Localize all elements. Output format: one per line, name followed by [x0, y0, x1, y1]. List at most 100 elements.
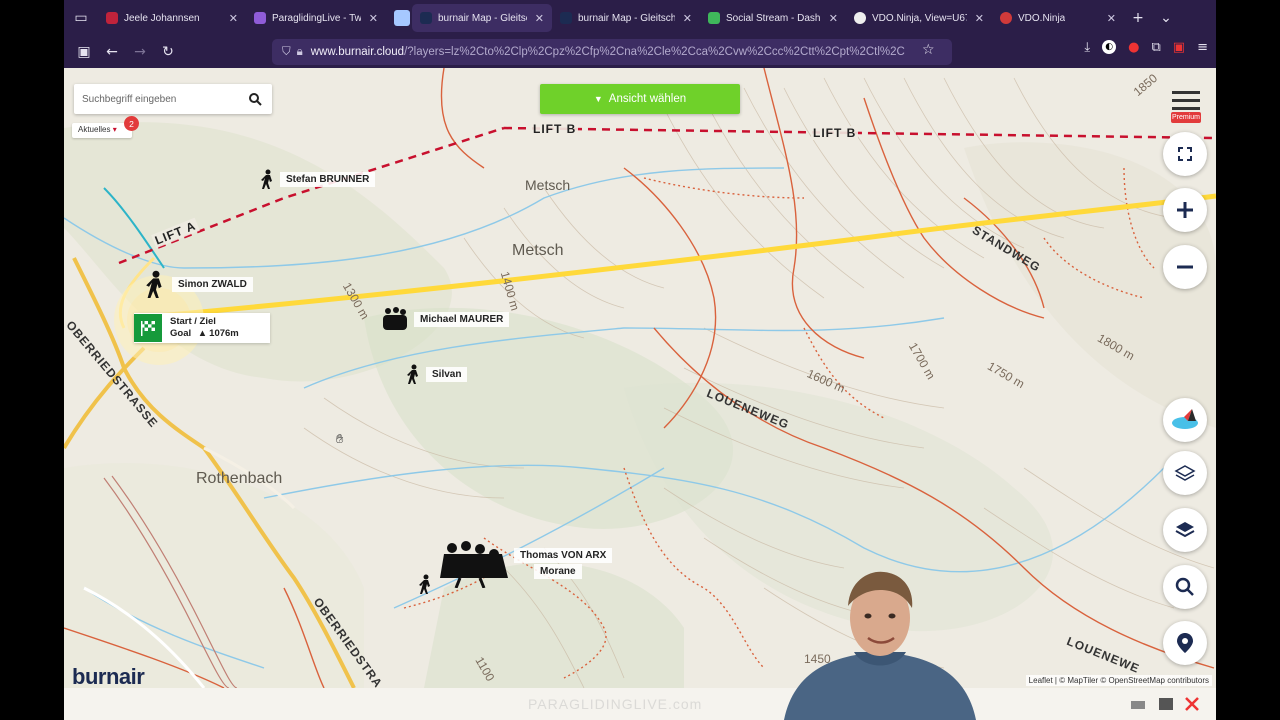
pilot-label: Thomas VON ARX	[514, 547, 613, 563]
browser-toolbar: ▣ ← → ↻ ⛉ 🔒︎ www.burnair.cloud/?layers=l…	[64, 36, 1216, 68]
close-tab-icon[interactable]: ✕	[683, 12, 692, 25]
url-field[interactable]: ⛉ 🔒︎ www.burnair.cloud/?layers=lz%2Cto%2…	[272, 39, 952, 65]
vdo-favicon-icon	[854, 12, 866, 24]
close-tab-icon[interactable]: ✕	[975, 12, 984, 25]
close-tab-icon[interactable]: ✕	[535, 12, 544, 25]
burnair-favicon-icon	[420, 12, 432, 24]
tab-social-stream[interactable]: Social Stream - Dashboard✕	[700, 4, 846, 32]
pilot-marker-thomas-von-arx[interactable]: Thomas VON ARX	[440, 540, 613, 588]
burnair-favicon-icon	[560, 12, 572, 24]
back-arrow-icon[interactable]: ←	[98, 40, 126, 64]
location-pin-icon	[1177, 633, 1193, 653]
fullscreen-button[interactable]	[1163, 132, 1207, 176]
extensions-puzzle-icon[interactable]: ⧉	[1152, 40, 1161, 55]
sidebar-toggle-icon[interactable]: ▣	[70, 40, 98, 64]
cube-layers-icon	[1174, 465, 1196, 481]
place-label-metsch-1: Metsch	[525, 177, 571, 193]
hand-cursor-icon: ✋︎	[336, 432, 344, 447]
menu-icon[interactable]: ≡	[1197, 40, 1208, 55]
tab-blank[interactable]	[386, 4, 412, 32]
close-tab-icon[interactable]: ✕	[1107, 12, 1116, 25]
pilot-label: Michael MAURER	[414, 311, 510, 327]
new-tab-icon[interactable]: +	[1124, 6, 1152, 30]
shield-icon: ⛉	[282, 45, 291, 58]
download-icon[interactable]: ⤓	[1084, 40, 1090, 55]
layers-button[interactable]	[1163, 508, 1207, 552]
topographic-map-background	[64, 68, 1216, 688]
place-label-metsch-2: Metsch	[512, 242, 564, 259]
lift-b-label-2: LIFT B	[811, 126, 859, 140]
vdo-favicon-icon	[1000, 12, 1012, 24]
forward-arrow-icon[interactable]: →	[126, 40, 154, 64]
hiker-icon	[407, 364, 418, 384]
fullscreen-icon	[1178, 147, 1192, 161]
hiker-group-icon	[146, 270, 162, 298]
goal-marker[interactable]: Start / Ziel Goal ▲ 1076m	[134, 313, 270, 343]
tab-twitch[interactable]: ParaglidingLive - Twitch✕	[246, 4, 386, 32]
location-button[interactable]	[1163, 621, 1207, 665]
plus-icon	[1177, 202, 1193, 218]
pilot-label: Simon ZWALD	[172, 276, 253, 292]
close-tab-icon[interactable]: ✕	[829, 12, 838, 25]
pilot-marker-small[interactable]	[418, 574, 434, 594]
pilot-label: Morane	[534, 564, 582, 579]
minus-icon	[1177, 265, 1193, 269]
zoom-in-button[interactable]	[1163, 188, 1207, 232]
browser-tab-bar: ▭ Jeele Johannsen✕ ParaglidingLive - Twi…	[64, 0, 1216, 36]
lock-icon: 🔒︎	[296, 45, 303, 58]
tab-list-chevron-icon[interactable]: ⌄	[1152, 6, 1180, 30]
extension-red-icon[interactable]: ●	[1128, 40, 1139, 55]
search-box[interactable]	[74, 84, 272, 114]
youtube-favicon-icon	[106, 12, 118, 24]
url-host: www.burnair.cloud	[310, 46, 405, 58]
extension-dark-icon[interactable]: ◐	[1102, 40, 1117, 54]
restore-icon[interactable]	[1158, 696, 1174, 710]
reload-icon[interactable]: ↻	[154, 40, 182, 64]
extension-alert-icon[interactable]: ▣	[1173, 40, 1185, 55]
3d-view-button[interactable]	[1163, 451, 1207, 495]
search-icon	[1175, 577, 1194, 596]
search-input[interactable]	[82, 93, 242, 105]
page-favicon-icon	[394, 10, 410, 26]
close-tab-icon[interactable]: ✕	[369, 12, 378, 25]
pilot-marker-morane[interactable]: Morane	[530, 564, 582, 579]
close-tab-icon[interactable]: ✕	[229, 12, 238, 25]
tab-burnair-active[interactable]: burnair Map - Gleitschirm✕	[412, 4, 552, 32]
pilot-marker-stefan-brunner[interactable]: Stefan BRUNNER	[260, 169, 376, 189]
social-stream-favicon-icon	[708, 12, 720, 24]
pilot-marker-michael-maurer[interactable]: Michael MAURER	[380, 306, 510, 332]
compass-button[interactable]	[1163, 398, 1207, 442]
tab-jeele[interactable]: Jeele Johannsen ✕	[98, 4, 246, 32]
minimize-icon[interactable]	[1130, 696, 1146, 710]
hiker-icon	[419, 574, 430, 594]
goal-title: Start / Ziel	[170, 316, 216, 327]
tab-burnair[interactable]: burnair Map - Gleitschirm✕	[552, 4, 700, 32]
view-select-button[interactable]: ▼ Ansicht wählen	[540, 84, 740, 114]
webcam-overlay	[784, 560, 976, 720]
map-attribution[interactable]: Leaflet | © MapTiler © OpenStreetMap con…	[1025, 675, 1212, 686]
close-icon[interactable]	[1184, 696, 1200, 711]
url-path: /?layers=lz%2Cto%2Clp%2Cpz%2Cfp%2Cna%2Cl…	[404, 46, 905, 58]
notification-badge: 2	[124, 116, 139, 131]
twitch-favicon-icon	[254, 12, 266, 24]
hiker-group-icon	[383, 307, 407, 330]
map-search-button[interactable]	[1163, 565, 1207, 609]
filter-dropdown[interactable]: Aktuelles ▾	[72, 123, 132, 138]
tab-vdo-view[interactable]: VDO.Ninja, View=U67Li✕	[846, 4, 992, 32]
mountain-icon: ▲	[197, 328, 208, 339]
pilot-marker-silvan[interactable]: Silvan	[406, 364, 468, 384]
lift-b-label-1: LIFT B	[531, 122, 579, 136]
hiker-icon	[261, 169, 272, 189]
bookmark-star-icon[interactable]: ☆	[922, 42, 935, 58]
chevron-down-icon: ▾	[112, 125, 117, 134]
search-icon[interactable]	[248, 92, 262, 106]
pilot-label: Stefan BRUNNER	[280, 171, 376, 187]
zoom-out-button[interactable]	[1163, 245, 1207, 289]
left-black-border	[0, 0, 64, 720]
map-area[interactable]: Metsch Metsch Rothenbach LIFT A LIFT B L…	[64, 68, 1216, 688]
burnair-logo[interactable]: burnair	[72, 664, 145, 688]
tab-vdo[interactable]: VDO.Ninja ✕	[992, 4, 1124, 32]
pilot-marker-simon-zwald[interactable]: Simon ZWALD	[144, 270, 253, 298]
checkered-flag-icon	[134, 314, 162, 342]
tab-overview-icon[interactable]: ▭	[64, 6, 98, 30]
